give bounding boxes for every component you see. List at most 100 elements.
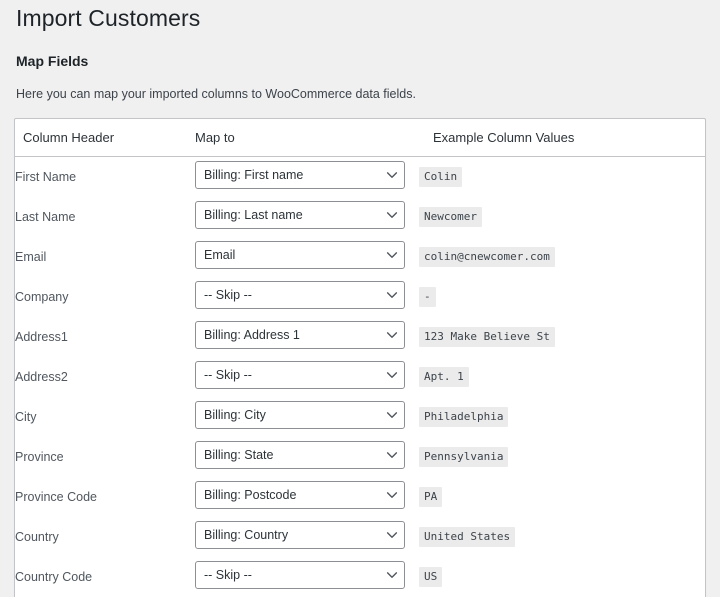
map-to-selected-value: -- Skip -- bbox=[204, 368, 252, 382]
map-to-select-box[interactable]: Billing: State bbox=[195, 441, 405, 469]
example-value-cell: US bbox=[419, 557, 705, 597]
column-header-cell: Address1 bbox=[15, 317, 195, 357]
map-to-selected-value: Billing: First name bbox=[204, 168, 303, 182]
example-value-chip: United States bbox=[419, 527, 515, 547]
map-to-selected-value: Billing: Country bbox=[204, 528, 288, 542]
map-to-cell: Billing: State bbox=[195, 437, 419, 477]
column-header-cell: City bbox=[15, 397, 195, 437]
table-row: Country Billing: Country United States bbox=[15, 517, 705, 557]
map-to-select[interactable]: -- Skip -- bbox=[195, 361, 405, 389]
example-value-chip: Colin bbox=[419, 167, 462, 187]
column-header-column-header: Column Header bbox=[15, 119, 195, 157]
map-to-selected-value: Billing: Postcode bbox=[204, 488, 296, 502]
map-to-select[interactable]: Billing: City bbox=[195, 401, 405, 429]
example-value-chip: - bbox=[419, 287, 436, 307]
map-to-selected-value: Email bbox=[204, 248, 235, 262]
table-row: First Name Billing: First name Colin bbox=[15, 157, 705, 198]
map-to-cell: Billing: City bbox=[195, 397, 419, 437]
column-header-cell: Company bbox=[15, 277, 195, 317]
column-header-map-to: Map to bbox=[195, 119, 419, 157]
map-to-cell: Billing: Address 1 bbox=[195, 317, 419, 357]
map-to-select[interactable]: Billing: Address 1 bbox=[195, 321, 405, 349]
example-value-cell: PA bbox=[419, 477, 705, 517]
table-row: City Billing: City Philadelphia bbox=[15, 397, 705, 437]
section-description: Here you can map your imported columns t… bbox=[14, 71, 706, 104]
column-header-cell: Country Code bbox=[15, 557, 195, 597]
map-to-cell: -- Skip -- bbox=[195, 277, 419, 317]
map-to-selected-value: Billing: Last name bbox=[204, 208, 303, 222]
example-value-chip: Apt. 1 bbox=[419, 367, 469, 387]
column-header-cell: Email bbox=[15, 237, 195, 277]
example-value-cell: United States bbox=[419, 517, 705, 557]
column-header-cell: Country bbox=[15, 517, 195, 557]
column-header-example-column-values: Example Column Values bbox=[419, 119, 705, 157]
table-row: Address1 Billing: Address 1 123 Make Belie… bbox=[15, 317, 705, 357]
map-to-select-box[interactable]: Billing: Address 1 bbox=[195, 321, 405, 349]
example-value-chip: US bbox=[419, 567, 442, 587]
map-fields-table: Column Header Map to Example Column Valu… bbox=[15, 119, 705, 597]
map-to-select-box[interactable]: Email bbox=[195, 241, 405, 269]
map-to-select-box[interactable]: -- Skip -- bbox=[195, 361, 405, 389]
column-header-cell: Last Name bbox=[15, 197, 195, 237]
map-to-cell: Billing: Country bbox=[195, 517, 419, 557]
section-title-map-fields: Map Fields bbox=[14, 34, 706, 72]
map-to-select[interactable]: Billing: Last name bbox=[195, 201, 405, 229]
table-row: Province Billing: State Pennsylvania bbox=[15, 437, 705, 477]
map-fields-card: Column Header Map to Example Column Valu… bbox=[14, 118, 706, 597]
table-row: Country Code -- Skip -- US bbox=[15, 557, 705, 597]
table-header: Column Header Map to Example Column Valu… bbox=[15, 119, 705, 157]
map-to-select-box[interactable]: -- Skip -- bbox=[195, 281, 405, 309]
map-to-select[interactable]: -- Skip -- bbox=[195, 561, 405, 589]
example-value-cell: Philadelphia bbox=[419, 397, 705, 437]
table-row: Province Code Billing: Postcode PA bbox=[15, 477, 705, 517]
map-to-select-box[interactable]: -- Skip -- bbox=[195, 561, 405, 589]
example-value-cell: 123 Make Believe St bbox=[419, 317, 705, 357]
map-to-selected-value: Billing: State bbox=[204, 448, 273, 462]
column-header-cell: Province Code bbox=[15, 477, 195, 517]
page-title: Import Customers bbox=[14, 0, 706, 34]
example-value-chip: 123 Make Believe St bbox=[419, 327, 555, 347]
map-to-select[interactable]: Billing: State bbox=[195, 441, 405, 469]
example-value-chip: Newcomer bbox=[419, 207, 482, 227]
table-header-row: Column Header Map to Example Column Valu… bbox=[15, 119, 705, 157]
map-to-select-box[interactable]: Billing: City bbox=[195, 401, 405, 429]
map-to-select[interactable]: Billing: Country bbox=[195, 521, 405, 549]
map-to-cell: -- Skip -- bbox=[195, 557, 419, 597]
map-to-cell: -- Skip -- bbox=[195, 357, 419, 397]
example-value-cell: colin@cnewcomer.com bbox=[419, 237, 705, 277]
map-to-select[interactable]: Email bbox=[195, 241, 405, 269]
map-to-cell: Email bbox=[195, 237, 419, 277]
example-value-cell: - bbox=[419, 277, 705, 317]
map-to-selected-value: -- Skip -- bbox=[204, 568, 252, 582]
map-to-selected-value: -- Skip -- bbox=[204, 288, 252, 302]
example-value-cell: Colin bbox=[419, 157, 705, 198]
example-value-cell: Newcomer bbox=[419, 197, 705, 237]
example-value-cell: Pennsylvania bbox=[419, 437, 705, 477]
example-value-chip: colin@cnewcomer.com bbox=[419, 247, 555, 267]
example-value-cell: Apt. 1 bbox=[419, 357, 705, 397]
map-to-cell: Billing: Last name bbox=[195, 197, 419, 237]
map-to-selected-value: Billing: Address 1 bbox=[204, 328, 300, 342]
map-to-select[interactable]: Billing: Postcode bbox=[195, 481, 405, 509]
map-to-select-box[interactable]: Billing: Country bbox=[195, 521, 405, 549]
map-to-select[interactable]: -- Skip -- bbox=[195, 281, 405, 309]
column-header-cell: First Name bbox=[15, 157, 195, 198]
map-to-cell: Billing: First name bbox=[195, 157, 419, 198]
map-to-select[interactable]: Billing: First name bbox=[195, 161, 405, 189]
table-row: Company -- Skip -- - bbox=[15, 277, 705, 317]
table-row: Last Name Billing: Last name Newcomer bbox=[15, 197, 705, 237]
map-to-select-box[interactable]: Billing: Postcode bbox=[195, 481, 405, 509]
import-customers-page: Import Customers Map Fields Here you can… bbox=[0, 0, 720, 573]
map-to-select-box[interactable]: Billing: First name bbox=[195, 161, 405, 189]
table-body: First Name Billing: First name Colin Last N… bbox=[15, 157, 705, 597]
column-header-cell: Address2 bbox=[15, 357, 195, 397]
map-to-cell: Billing: Postcode bbox=[195, 477, 419, 517]
example-value-chip: PA bbox=[419, 487, 442, 507]
example-value-chip: Philadelphia bbox=[419, 407, 508, 427]
table-row: Email Email colin@cnewcomer.com bbox=[15, 237, 705, 277]
table-row: Address2 -- Skip -- Apt. 1 bbox=[15, 357, 705, 397]
map-to-selected-value: Billing: City bbox=[204, 408, 266, 422]
example-value-chip: Pennsylvania bbox=[419, 447, 508, 467]
map-to-select-box[interactable]: Billing: Last name bbox=[195, 201, 405, 229]
column-header-cell: Province bbox=[15, 437, 195, 477]
